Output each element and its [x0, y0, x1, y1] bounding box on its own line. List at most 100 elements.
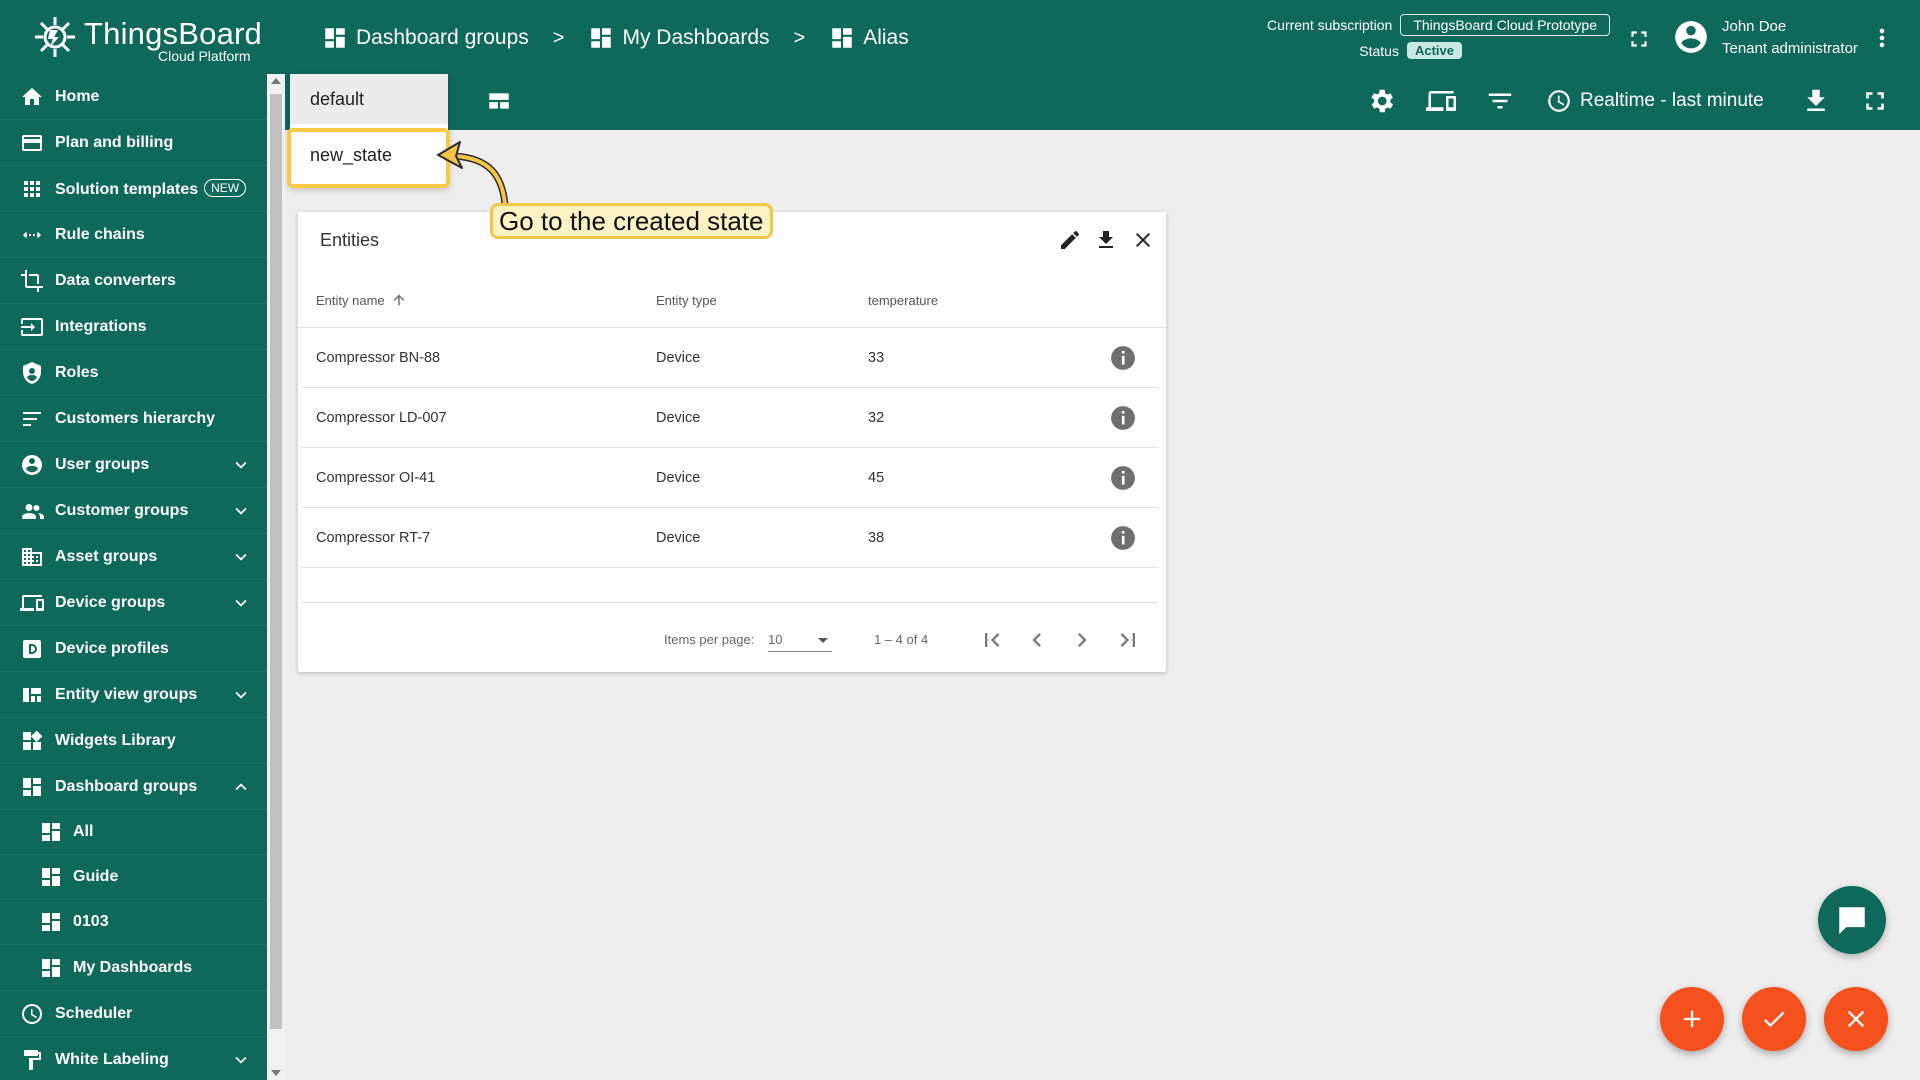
sidebar-item-label: 0103: [73, 913, 109, 930]
state-option-default[interactable]: default: [290, 74, 448, 124]
view-quilt-icon: [23, 687, 41, 702]
sidebar-item-device-groups[interactable]: Device groups: [0, 580, 267, 626]
plus-icon: [1683, 1010, 1701, 1028]
sidebar-item-entity-view-groups[interactable]: Entity view groups: [0, 672, 267, 718]
sidebar-item-rule-chains[interactable]: Rule chains: [0, 212, 267, 258]
chevron-down-icon[interactable]: [230, 500, 252, 522]
billing-icon: [22, 134, 42, 151]
sidebar-item-customers-hierarchy[interactable]: Customers hierarchy: [0, 396, 267, 442]
scroll-thumb[interactable]: [270, 94, 282, 1029]
logo[interactable]: ThingsBoard Cloud Platform: [30, 10, 280, 68]
sidebar-item-customer-groups[interactable]: Customer groups: [0, 488, 267, 534]
sidebar-item-roles[interactable]: Roles: [0, 350, 267, 396]
sidebar-item-plan-and-billing[interactable]: Plan and billing: [0, 120, 267, 166]
cancel-changes-button[interactable]: [1824, 987, 1888, 1051]
sidebar-item-label: Home: [55, 87, 100, 105]
subscription-info: Current subscription ThingsBoard Cloud P…: [1190, 14, 1610, 62]
subscription-label: Current subscription: [1267, 17, 1393, 33]
sidebar-item-asset-groups[interactable]: Asset groups: [0, 534, 267, 580]
sidebar-item-data-converters[interactable]: Data converters: [0, 258, 267, 304]
sidebar-item-user-groups[interactable]: User groups: [0, 442, 267, 488]
sidebar-item-widgets-library[interactable]: Widgets Library: [0, 718, 267, 764]
table-row[interactable]: Compressor BN-88 Device 33: [302, 328, 1158, 388]
column-header-temperature[interactable]: temperature: [868, 272, 938, 328]
chevron-down-icon[interactable]: [230, 454, 252, 476]
download-icon[interactable]: [1094, 228, 1118, 252]
last-page-icon[interactable]: [1114, 626, 1142, 654]
dashboard-icon: [42, 823, 60, 841]
table-row[interactable]: Compressor LD-007 Device 32: [302, 388, 1158, 448]
chevron-right-icon[interactable]: [1068, 626, 1096, 654]
column-header-entity-name[interactable]: Entity name: [316, 272, 407, 328]
device-profile-icon: [23, 639, 41, 658]
breadcrumb-label: Dashboard groups: [356, 26, 529, 49]
table-row[interactable]: Compressor RT-7 Device 38: [302, 508, 1158, 568]
sidebar-item-guide[interactable]: Guide: [0, 855, 267, 900]
sidebar-item-all[interactable]: All: [0, 810, 267, 855]
schedule-icon: [22, 1003, 42, 1024]
sidebar-item-label: Dashboard groups: [55, 777, 198, 795]
user-menu[interactable]: John Doe Tenant administrator: [1672, 16, 1872, 60]
sidebar-scrollbar[interactable]: [267, 74, 285, 1080]
add-widget-button[interactable]: [1660, 987, 1724, 1051]
sidebar-item-device-profiles[interactable]: Device profiles: [0, 626, 267, 672]
sidebar-item-0103[interactable]: 0103: [0, 900, 267, 945]
column-header-label: Entity name: [316, 292, 385, 308]
sidebar-item-white-labeling[interactable]: White Labeling: [0, 1037, 267, 1080]
chat-button[interactable]: [1818, 886, 1886, 954]
chevron-up-icon[interactable]: [230, 776, 252, 798]
dashboard-icon: [832, 28, 852, 48]
shield-icon: [23, 361, 41, 384]
close-icon[interactable]: [1131, 228, 1155, 252]
fullscreen-icon[interactable]: [1626, 26, 1652, 52]
entities-widget: Entities Entity name Entity type tempera…: [298, 212, 1166, 672]
devices-icon[interactable]: [1426, 86, 1456, 116]
first-page-icon[interactable]: [978, 626, 1006, 654]
chevron-down-icon[interactable]: [230, 684, 252, 706]
scroll-up-arrow-icon[interactable]: [271, 78, 281, 84]
settings-icon[interactable]: [1366, 86, 1396, 116]
more-vert-icon[interactable]: [1868, 24, 1896, 52]
download-icon[interactable]: [1801, 86, 1831, 116]
layout-icon[interactable]: [485, 88, 513, 114]
user-name: John Doe: [1722, 18, 1787, 35]
chevron-down-icon[interactable]: [230, 546, 252, 568]
edit-icon[interactable]: [1058, 228, 1082, 252]
cell-entity-name: Compressor BN-88: [316, 350, 441, 366]
sidebar-item-dashboard-groups[interactable]: Dashboard groups: [0, 764, 267, 810]
info-icon[interactable]: [1110, 465, 1136, 491]
items-per-page-select[interactable]: 10: [768, 630, 832, 652]
apply-changes-button[interactable]: [1742, 987, 1806, 1051]
sidebar-item-integrations[interactable]: Integrations: [0, 304, 267, 350]
chevron-left-icon[interactable]: [1023, 626, 1051, 654]
timewindow-button[interactable]: Realtime - last minute: [1546, 86, 1764, 116]
sidebar-item-label: Device groups: [55, 593, 166, 611]
dashboard-icon: [23, 777, 41, 796]
chevron-down-icon[interactable]: [230, 592, 252, 614]
account-icon: [22, 454, 42, 475]
sidebar-item-solution-templates[interactable]: Solution templates NEW: [0, 166, 267, 212]
info-icon[interactable]: [1110, 525, 1136, 551]
cell-entity-name: Compressor RT-7: [316, 530, 431, 546]
breadcrumb-my-dashboards[interactable]: My Dashboards: [588, 25, 770, 51]
sidebar-item-label: All: [73, 823, 94, 840]
sidebar-item-label: Entity view groups: [55, 685, 198, 703]
breadcrumb-dashboard-groups[interactable]: Dashboard groups: [322, 25, 529, 51]
apps-icon: [24, 180, 40, 197]
filter-icon[interactable]: [1485, 86, 1515, 116]
table-row[interactable]: Compressor OI-41 Device 45: [302, 448, 1158, 508]
widget-title: Entities: [320, 230, 380, 250]
scroll-down-arrow-icon[interactable]: [271, 1070, 281, 1076]
sidebar-item-scheduler[interactable]: Scheduler: [0, 991, 267, 1037]
dashboard-icon: [42, 868, 60, 886]
column-header-entity-type[interactable]: Entity type: [656, 272, 717, 328]
sidebar-item-my-dashboards[interactable]: My Dashboards: [0, 945, 267, 991]
widgets-icon: [23, 730, 43, 750]
subscription-plan[interactable]: ThingsBoard Cloud Prototype: [1400, 14, 1610, 36]
info-icon[interactable]: [1110, 405, 1136, 431]
chevron-down-icon[interactable]: [230, 1049, 252, 1071]
info-icon[interactable]: [1110, 345, 1136, 371]
sidebar-item-home[interactable]: Home: [0, 74, 267, 120]
fullscreen-icon[interactable]: [1860, 86, 1890, 116]
sidebar-item-label: My Dashboards: [73, 958, 193, 976]
